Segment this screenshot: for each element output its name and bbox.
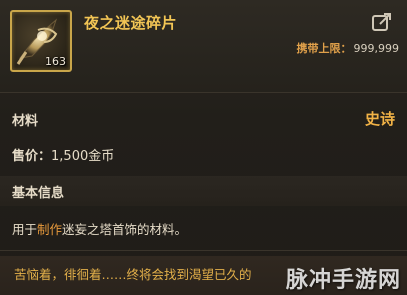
carry-limit: 携带上限： 999,999 [297,40,400,56]
item-description: 用于制作迷妄之塔首饰的材料。 [12,219,187,238]
item-stack-count: 163 [45,55,66,68]
sell-price: 售价：1,500金币 [12,145,114,164]
item-icon-frame[interactable]: 163 [10,10,72,72]
item-tooltip-panel: 163 夜之迷途碎片 携带上限： 999,999 材料 史诗 售价：1,500金币… [0,0,407,295]
site-watermark: 脉冲手游网 [285,268,401,293]
flavor-text: 苦恼着，徘徊着……终将会找到渴望已久的 [14,267,252,282]
material-type-label: 材料 [12,114,39,129]
material-row: 材料 史诗 [0,104,407,132]
share-icon[interactable] [371,12,393,32]
rarity-label: 史诗 [364,110,395,128]
sell-price-label: 售价： [12,149,52,164]
sell-price-value: 1,500金币 [51,149,115,164]
basic-info-title: 基本信息 [12,186,65,201]
carry-limit-value: 999,999 [353,42,400,55]
header-divider [0,92,407,93]
carry-limit-label: 携带上限： [296,42,352,55]
description-suffix: 迷妄之塔首饰的材料。 [62,222,188,237]
description-highlight: 制作 [37,222,63,237]
flavor-divider [0,250,407,251]
item-name: 夜之迷途碎片 [84,14,178,32]
description-prefix: 用于 [12,222,38,237]
